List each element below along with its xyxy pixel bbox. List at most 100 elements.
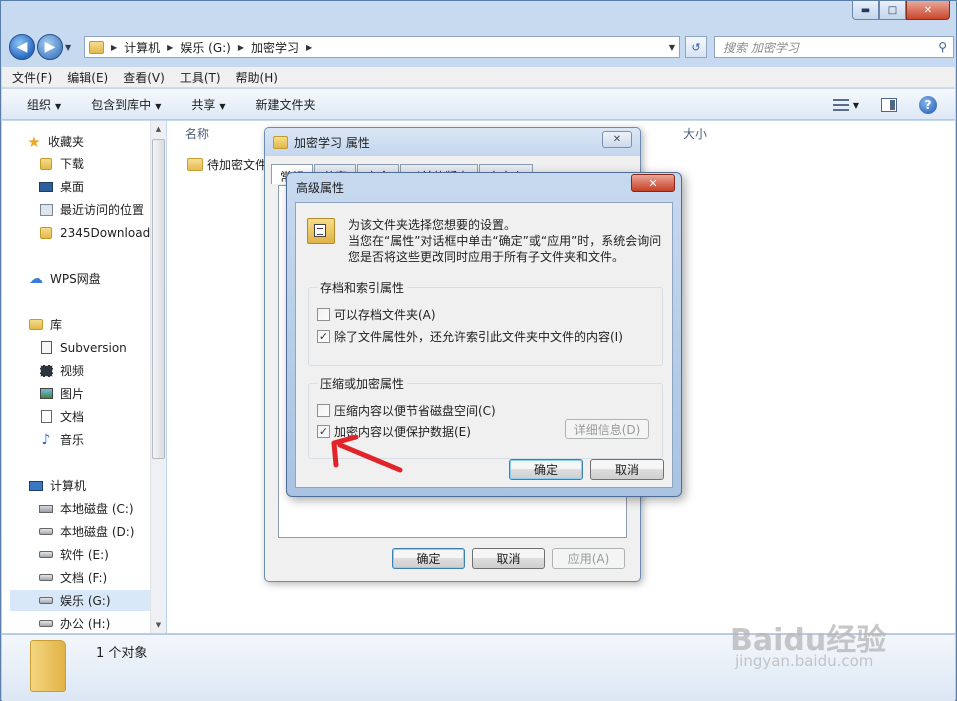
nav-label: 文档 (F:) <box>60 571 108 585</box>
close-button[interactable]: ✕ <box>906 1 950 20</box>
downloads-folder-icon <box>38 157 54 171</box>
archive-label: 可以存档文件夹(A) <box>334 308 436 322</box>
properties-close-button[interactable]: ✕ <box>602 131 632 148</box>
address-bar[interactable]: ▶ 计算机 ▶ 娱乐 (G:) ▶ 加密学习 ▶ ▼ <box>84 36 680 58</box>
breadcrumb-current-folder[interactable]: 加密学习 <box>251 39 299 56</box>
views-icon[interactable] <box>832 99 849 111</box>
menu-edit[interactable]: 编辑(E) <box>67 69 108 86</box>
index-checkbox[interactable]: ✓ <box>317 330 330 343</box>
organize-button[interactable]: 组织 ▼ <box>27 96 61 113</box>
system-drive-icon <box>38 502 54 516</box>
advanced-title: 高级属性 <box>296 181 345 195</box>
nav-label: 最近访问的位置 <box>60 203 145 217</box>
command-bar: 组织 ▼ 包含到库中 ▼ 共享 ▼ 新建文件夹 ▼ ? <box>2 89 955 120</box>
nav-label: 计算机 <box>50 479 87 493</box>
pictures-icon <box>38 387 54 401</box>
advanced-cancel-button[interactable]: 取消 <box>590 459 664 480</box>
folder-icon <box>30 640 66 692</box>
address-dropdown-icon[interactable]: ▼ <box>669 43 675 52</box>
help-icon[interactable]: ? <box>919 96 937 114</box>
compress-label: 压缩内容以便节省磁盘空间(C) <box>334 404 496 418</box>
search-input[interactable]: 搜索 加密学习 ⚲ <box>714 36 954 58</box>
properties-ok-button[interactable]: 确定 <box>392 548 465 569</box>
advanced-ok-button[interactable]: 确定 <box>509 459 583 480</box>
subversion-icon <box>38 341 54 355</box>
include-library-label: 包含到库中 <box>91 97 152 112</box>
nav-label: 本地磁盘 (D:) <box>60 525 135 539</box>
toolbar-right: ▼ ? <box>832 96 937 114</box>
compress-checkbox-row[interactable]: 压缩内容以便节省磁盘空间(C) <box>317 402 496 419</box>
scroll-down-icon[interactable]: ▼ <box>151 617 166 633</box>
chevron-down-icon: ▼ <box>219 101 226 111</box>
nav-label: 办公 (H:) <box>60 617 111 631</box>
group-title: 压缩或加密属性 <box>317 375 408 392</box>
views-dropdown-icon[interactable]: ▼ <box>853 101 859 110</box>
video-icon <box>38 364 54 378</box>
nav-label: 收藏夹 <box>48 135 85 149</box>
back-button[interactable]: ◀ <box>9 34 35 60</box>
details-button[interactable]: 详细信息(D) <box>565 419 649 439</box>
nav-label: 2345Downloads <box>60 225 157 240</box>
folder-icon <box>273 135 288 149</box>
column-header-name[interactable]: 名称 <box>185 125 209 145</box>
archive-checkbox[interactable] <box>317 308 330 321</box>
index-checkbox-row[interactable]: ✓ 除了文件属性外，还允许索引此文件夹中文件的内容(I) <box>317 328 623 345</box>
item-count: 1 个对象 <box>96 646 148 661</box>
back-arrow-icon: ◀ <box>16 39 28 55</box>
properties-cancel-button[interactable]: 取消 <box>472 548 545 569</box>
nav-label: 文档 <box>60 410 85 424</box>
forward-button[interactable]: ▶ <box>37 34 63 60</box>
menu-help[interactable]: 帮助(H) <box>236 69 278 86</box>
folder-attributes-icon <box>307 218 335 244</box>
nav-label: 下载 <box>60 157 85 171</box>
nav-label: 桌面 <box>60 180 85 194</box>
breadcrumb-computer[interactable]: 计算机 <box>124 39 160 56</box>
chevron-down-icon: ▼ <box>55 101 62 111</box>
drive-icon <box>38 617 54 631</box>
breadcrumb-arrow-icon[interactable]: ▶ <box>111 43 117 52</box>
nav-label: 娱乐 (G:) <box>60 594 111 608</box>
libraries-icon <box>28 318 44 332</box>
encrypt-checkbox[interactable]: ✓ <box>317 425 330 438</box>
breadcrumb-drive-g[interactable]: 娱乐 (G:) <box>180 39 231 56</box>
music-note-icon: ♪ <box>41 431 51 448</box>
refresh-button[interactable]: ↺ <box>685 36 707 58</box>
breadcrumb-arrow-icon[interactable]: ▶ <box>167 43 173 52</box>
drive-icon <box>38 594 54 608</box>
drive-icon <box>38 525 54 539</box>
search-icon[interactable]: ⚲ <box>938 40 947 54</box>
archive-index-group: 存档和索引属性 可以存档文件夹(A) ✓ 除了文件属性外，还允许索引此文件夹中文… <box>308 279 663 366</box>
preview-pane-icon[interactable] <box>881 98 897 112</box>
recent-pages-dropdown[interactable]: ▼ <box>65 43 77 52</box>
star-icon: ★ <box>27 132 41 151</box>
new-folder-button[interactable]: 新建文件夹 <box>256 96 316 113</box>
cloud-icon: ☁ <box>29 270 43 287</box>
share-button[interactable]: 共享 ▼ <box>191 96 225 113</box>
refresh-icon: ↺ <box>691 40 701 54</box>
folder-icon <box>89 40 104 54</box>
breadcrumb-arrow-icon[interactable]: ▶ <box>306 43 312 52</box>
advanced-close-button[interactable]: ✕ <box>631 174 675 192</box>
properties-apply-button[interactable]: 应用(A) <box>552 548 625 569</box>
index-label: 除了文件属性外，还允许索引此文件夹中文件的内容(I) <box>334 330 623 344</box>
scroll-thumb[interactable] <box>152 139 165 459</box>
column-header-size[interactable]: 大小 <box>683 125 707 145</box>
folder-icon <box>187 158 203 171</box>
include-library-button[interactable]: 包含到库中 ▼ <box>91 96 161 113</box>
scroll-up-icon[interactable]: ▲ <box>151 121 166 137</box>
description-line1: 为该文件夹选择您想要的设置。 <box>348 218 517 232</box>
nav-label: 软件 (E:) <box>60 548 109 562</box>
menu-file[interactable]: 文件(F) <box>12 69 52 86</box>
menu-view[interactable]: 查看(V) <box>123 69 165 86</box>
archive-checkbox-row[interactable]: 可以存档文件夹(A) <box>317 306 436 323</box>
breadcrumb-arrow-icon[interactable]: ▶ <box>238 43 244 52</box>
nav-label: 图片 <box>60 387 85 401</box>
nav-drive-g[interactable]: 娱乐 (G:) <box>10 590 150 611</box>
compress-checkbox[interactable] <box>317 404 330 417</box>
file-row[interactable]: 待加密文件 <box>187 156 267 173</box>
maximize-button[interactable]: □ <box>879 1 906 20</box>
minimize-button[interactable]: ▬ <box>852 1 879 20</box>
nav-label: WPS网盘 <box>50 272 101 286</box>
menu-tools[interactable]: 工具(T) <box>180 69 221 86</box>
nav-scrollbar[interactable]: ▲ ▼ <box>150 121 166 633</box>
